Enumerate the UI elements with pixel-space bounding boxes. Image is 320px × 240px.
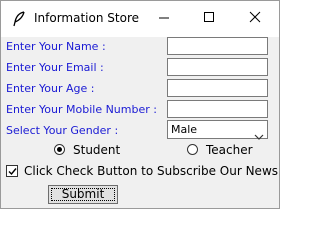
- name-label: Enter Your Name :: [6, 40, 106, 53]
- chevron-down-icon[interactable]: [254, 126, 264, 140]
- checkbox-box[interactable]: [6, 165, 18, 177]
- age-label: Enter Your Age :: [6, 82, 95, 95]
- email-field[interactable]: [167, 58, 268, 76]
- minimize-icon[interactable]: [151, 8, 177, 28]
- radio-teacher-circle[interactable]: [187, 144, 198, 155]
- newsletter-checkbox[interactable]: Click Check Button to Subscribe Our News…: [6, 164, 280, 180]
- name-field[interactable]: [167, 37, 268, 55]
- newsletter-checkbox-label: Click Check Button to Subscribe Our News…: [24, 164, 280, 178]
- window-title: Information Store: [34, 11, 139, 25]
- mobile-label: Enter Your Mobile Number :: [6, 103, 157, 116]
- radio-student-circle[interactable]: [54, 144, 65, 155]
- submit-button[interactable]: Submit: [48, 185, 118, 204]
- app-window: Information Store Enter Your Name : Ente…: [0, 0, 280, 209]
- title-bar[interactable]: Information Store: [1, 1, 279, 37]
- gender-select[interactable]: Male: [167, 120, 268, 140]
- form-area: Enter Your Name : Enter Your Email : Ent…: [1, 37, 279, 208]
- email-label: Enter Your Email :: [6, 61, 104, 74]
- radio-student-label: Student: [73, 143, 121, 157]
- radio-selected-dot: [57, 147, 62, 152]
- age-field[interactable]: [167, 79, 268, 97]
- mobile-field[interactable]: [167, 100, 268, 118]
- gender-select-value: Male: [171, 123, 198, 136]
- checkmark-icon: [8, 168, 17, 176]
- radio-teacher-label: Teacher: [206, 143, 253, 157]
- feather-icon: [12, 11, 26, 27]
- maximize-icon[interactable]: [196, 8, 222, 28]
- gender-label: Select Your Gender :: [6, 124, 119, 137]
- close-icon[interactable]: [242, 8, 268, 28]
